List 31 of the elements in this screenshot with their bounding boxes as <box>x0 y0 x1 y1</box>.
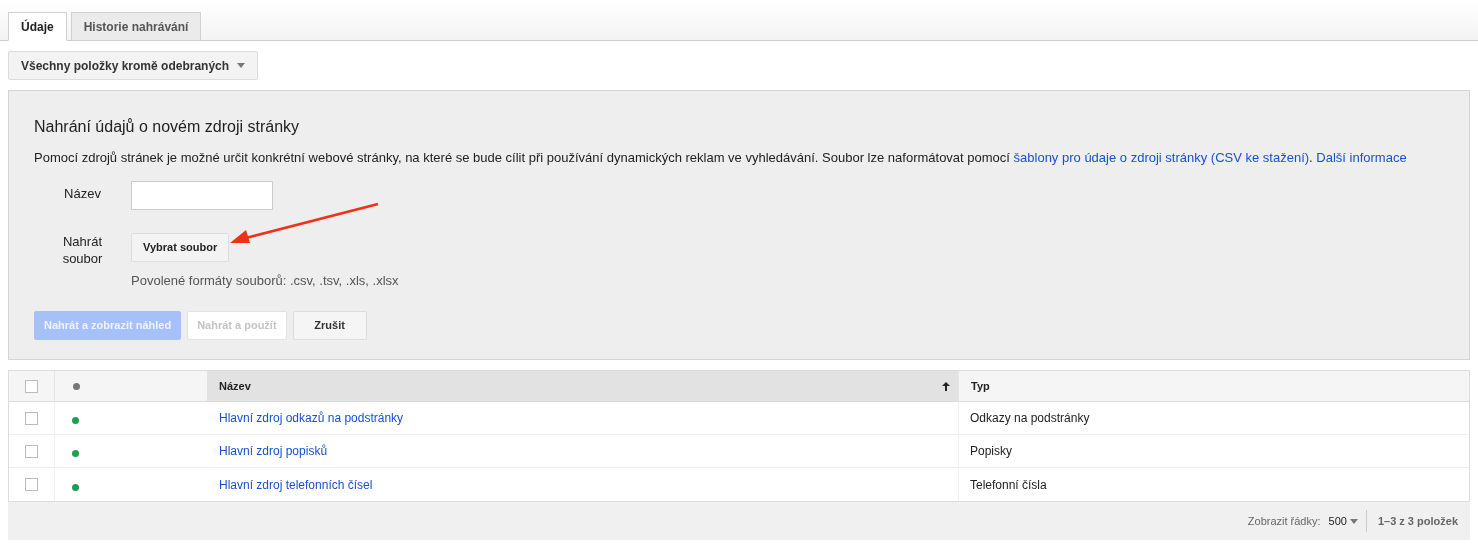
rows-dropdown[interactable]: 500 <box>1328 510 1367 532</box>
column-header[interactable]: Typ <box>959 371 1469 401</box>
range-label: 1–3 z 3 položek <box>1377 513 1458 529</box>
tab[interactable]: Údaje <box>8 12 67 41</box>
action-button[interactable]: Zrušit <box>292 311 367 340</box>
caret-icon <box>237 63 246 68</box>
description: Pomocí zdrojů stránek je možné určit konkrétní webové stránky, na které se bude cílit při používání dynamických reklam ve vyhledávání. Soubor lze naformátovat pomocí šablony pro údaje o zdroji stránky (CSV ke stažení). Další informace <box>34 149 1408 167</box>
filter-dropdown[interactable]: Všechny položky kromě odebraných <box>8 51 259 80</box>
status-header-icon <box>73 382 80 390</box>
feed-name-link[interactable]: Hlavní zdroj odkazů na podstránky <box>219 409 404 427</box>
select-all-checkbox[interactable] <box>25 379 38 393</box>
link[interactable]: Další informace <box>1316 150 1407 165</box>
row-checkbox[interactable] <box>25 411 38 425</box>
formats-hint: Povolené formáty souborů: .csv, .tsv, .xls, .xlsx <box>131 271 399 290</box>
feed-name-link[interactable]: Hlavní zdroj popisků <box>219 442 328 460</box>
choose-file-button[interactable]: Vybrat soubor <box>131 232 230 262</box>
name-input[interactable] <box>131 180 273 210</box>
tab[interactable]: Historie nahrávání <box>70 12 202 41</box>
row-checkbox[interactable] <box>25 444 38 458</box>
name-label: Název <box>64 184 101 203</box>
column-header[interactable]: Název <box>207 371 959 401</box>
rows-label: Zobrazit řádky: <box>1247 513 1321 529</box>
row-checkbox[interactable] <box>25 478 38 491</box>
table-cell-text: Odkazy na podstránky <box>970 410 1090 427</box>
upload-file-label: Nahrát soubor <box>61 232 104 268</box>
sort-arrow-icon <box>942 381 950 391</box>
caret-icon <box>1349 518 1358 524</box>
feed-name-link[interactable]: Hlavní zdroj telefonních čísel <box>219 475 373 494</box>
table-cell-text: Popisky <box>970 443 1013 460</box>
table-cell-text: Telefonní čísla <box>970 476 1047 494</box>
panel-title: Nahrání údajů o novém zdroji stránky <box>34 117 301 137</box>
